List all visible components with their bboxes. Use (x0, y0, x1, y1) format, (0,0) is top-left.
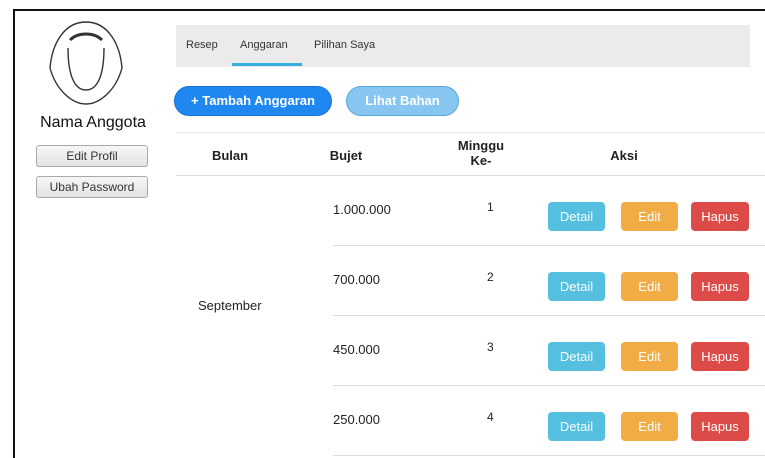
avatar (49, 21, 123, 105)
detail-button[interactable]: Detail (548, 412, 605, 441)
header-budget: Bujet (329, 148, 363, 163)
budget-cell: 700.000 (333, 272, 380, 287)
edit-button[interactable]: Edit (621, 272, 678, 301)
week-cell: 3 (487, 340, 494, 354)
edit-profile-button[interactable]: Edit Profil (36, 145, 148, 167)
detail-button[interactable]: Detail (548, 342, 605, 371)
tab-bar: Resep Anggaran Pilihan Saya (176, 25, 750, 67)
delete-button[interactable]: Hapus (691, 412, 749, 441)
header-week: Minggu Ke- (451, 138, 511, 168)
edit-button[interactable]: Edit (621, 412, 678, 441)
table-row: 450.000 3 Detail Edit Hapus (333, 316, 765, 386)
add-budget-button[interactable]: + Tambah Anggaran (174, 86, 332, 116)
budget-cell: 250.000 (333, 412, 380, 427)
header-week-line2: Ke- (470, 153, 492, 168)
table-row: 700.000 2 Detail Edit Hapus (333, 246, 765, 316)
detail-button[interactable]: Detail (548, 272, 605, 301)
header-action: Aksi (610, 148, 638, 163)
view-ingredients-button[interactable]: Lihat Bahan (346, 86, 459, 116)
week-cell: 2 (487, 270, 494, 284)
tab-budget[interactable]: Anggaran (240, 39, 288, 51)
header-month: Bulan (211, 148, 249, 163)
delete-button[interactable]: Hapus (691, 342, 749, 371)
tab-my-choices[interactable]: Pilihan Saya (314, 39, 375, 51)
budget-cell: 450.000 (333, 342, 380, 357)
budget-cell: 1.000.000 (333, 202, 391, 217)
header-week-line1: Minggu (457, 138, 505, 153)
table-row: 1.000.000 1 Detail Edit Hapus (333, 176, 765, 246)
active-tab-indicator (232, 63, 302, 66)
table-row: 250.000 4 Detail Edit Hapus (333, 386, 765, 456)
tab-recipes[interactable]: Resep (186, 39, 218, 51)
member-name: Nama Anggota (40, 114, 146, 131)
edit-button[interactable]: Edit (621, 202, 678, 231)
month-cell: September (198, 298, 262, 313)
delete-button[interactable]: Hapus (691, 272, 749, 301)
week-cell: 4 (487, 410, 494, 424)
detail-button[interactable]: Detail (548, 202, 605, 231)
edit-button[interactable]: Edit (621, 342, 678, 371)
delete-button[interactable]: Hapus (691, 202, 749, 231)
table-header: Bulan Bujet Minggu Ke- Aksi (176, 132, 765, 176)
week-cell: 1 (487, 200, 494, 214)
change-password-button[interactable]: Ubah Password (36, 176, 148, 198)
